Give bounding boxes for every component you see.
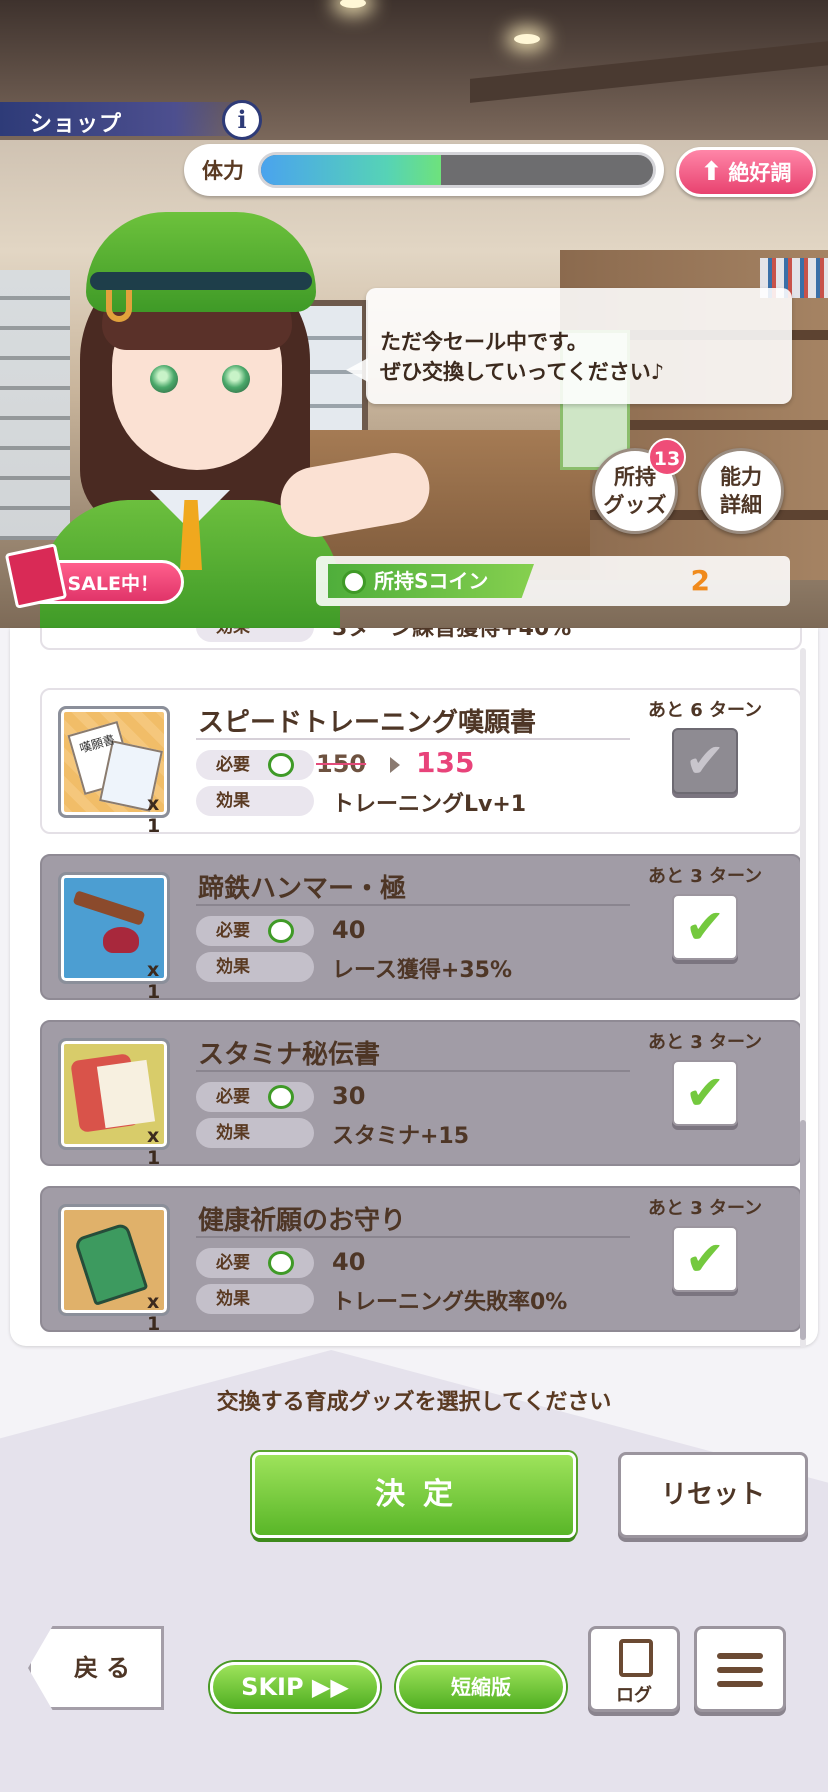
ceiling-light [514, 34, 540, 44]
document-icon [619, 1639, 653, 1677]
item-effect: レース獲得+35% [332, 958, 512, 983]
list-scrollbar[interactable] [800, 648, 806, 1348]
speech-line-2: ぜひ交換していってください♪ [380, 360, 665, 384]
item-quantity: x 1 [147, 1125, 161, 1169]
skip-button[interactable]: SKIP ▶▶ [210, 1662, 380, 1712]
list-item[interactable]: x 1 スタミナ秘伝書 必要 30 効果 スタミナ+15 あと 3 ターン ✔ [40, 1020, 802, 1169]
effect-label: 効果 [196, 1284, 314, 1314]
item-cost: 40 [332, 1248, 366, 1276]
required-label: 必要 [196, 1248, 314, 1278]
ability-details-label-2: 詳細 [720, 493, 762, 517]
coin-icon [268, 753, 294, 777]
turns-remaining: あと 3 ターン [648, 866, 763, 887]
divider [196, 904, 630, 906]
effect-label: 効果 [196, 1118, 314, 1148]
arrow-right-icon [390, 757, 400, 773]
back-button[interactable]: 戻る [28, 1626, 164, 1710]
charm-thumbnail: x 1 [58, 1204, 170, 1335]
turns-remaining: あと 6 ターン [648, 700, 763, 721]
list-item[interactable]: x 1 蹄鉄ハンマー・極 必要 40 効果 レース獲得+35% あと 3 ターン… [40, 854, 802, 1003]
page-title: ショップ [30, 112, 123, 137]
ability-details-label-1: 能力 [720, 465, 762, 489]
checkmark-icon: ✔ [684, 1231, 726, 1287]
checkmark-icon: ✔ [684, 899, 726, 955]
menu-button[interactable] [694, 1626, 786, 1712]
petition-thumbnail: 嘆願書 x 1 [58, 706, 170, 837]
item-quantity: x 1 [147, 793, 161, 837]
confirm-button[interactable]: 決定 [252, 1452, 576, 1538]
turns-remaining: あと 3 ターン [648, 1032, 763, 1053]
select-checkbox[interactable]: ✔ [672, 1226, 738, 1292]
speech-line-1: ただ今セール中です。 [380, 330, 588, 354]
stamina-fill [261, 155, 442, 185]
hammer-thumbnail: x 1 [58, 872, 170, 1003]
item-name: スピードトレーニング嘆願書 [198, 708, 537, 738]
mood-badge[interactable]: ⬆ 絶好調 [676, 147, 816, 197]
select-checkbox[interactable]: ✔ [672, 728, 738, 794]
original-cost: 150 [316, 750, 367, 778]
item-effect: 3ターン練習獲得+40% [332, 628, 572, 641]
required-label: 必要 [196, 1082, 314, 1112]
turns-remaining: あと 3 ターン [648, 1198, 763, 1219]
reset-button[interactable]: リセット [618, 1452, 808, 1538]
item-effect: トレーニング失敗率0% [332, 1290, 568, 1315]
coin-icon [268, 1251, 294, 1275]
stamina-book-thumbnail: x 1 [58, 1038, 170, 1169]
item-cost: 30 [332, 1082, 366, 1110]
required-label: 必要 [196, 750, 314, 780]
item-quantity: x 1 [147, 1291, 161, 1335]
speech-bubble: ただ今セール中です。 ぜひ交換していってください♪ [346, 288, 792, 404]
select-checkbox[interactable]: ✔ [672, 894, 738, 960]
mood-label: 絶好調 [728, 161, 792, 185]
select-checkbox[interactable]: ✔ [672, 1060, 738, 1126]
item-name: 健康祈願のお守り [198, 1206, 407, 1236]
selection-prompt: 交換する育成グッズを選択してください [216, 1390, 612, 1415]
list-item-partial[interactable]: 効果 3ターン練習獲得+40% [40, 628, 802, 650]
ability-details-button[interactable]: 能力 詳細 [698, 448, 784, 534]
list-item[interactable]: x 1 健康祈願のお守り 必要 40 効果 トレーニング失敗率0% あと 3 タ… [40, 1186, 802, 1335]
effect-label: 効果 [196, 786, 314, 816]
checkmark-icon: ✔ [684, 1065, 726, 1121]
log-label: ログ [616, 1685, 652, 1706]
item-name: スタミナ秘伝書 [198, 1040, 381, 1070]
coin-icon [268, 1085, 294, 1109]
required-label: 必要 [196, 916, 314, 946]
owned-goods-count-badge: 13 [648, 438, 686, 476]
scrollbar-thumb[interactable] [800, 1120, 806, 1340]
effect-label: 効果 [196, 952, 314, 982]
sale-flag-icon [4, 543, 68, 609]
stamina-label: 体力 [202, 159, 244, 183]
item-cost: 40 [332, 916, 366, 944]
effect-label: 効果 [196, 628, 314, 642]
coin-display: 所持Sコイン 2 [316, 556, 790, 606]
sale-cost: 135 [416, 746, 475, 779]
divider [196, 1070, 630, 1072]
coin-icon [268, 919, 294, 943]
divider [196, 1236, 630, 1238]
checkmark-icon: ✔ [684, 733, 726, 789]
short-version-button[interactable]: 短縮版 [396, 1662, 566, 1712]
item-effect: スタミナ+15 [332, 1124, 470, 1149]
coin-icon [342, 570, 366, 594]
sale-label: SALE中！ [67, 572, 159, 595]
list-item[interactable]: 嘆願書 x 1 スピードトレーニング嘆願書 必要 150 135 効果 トレーニ… [40, 688, 802, 837]
stamina-gauge: 体力 [184, 144, 664, 196]
stamina-bar [258, 152, 656, 188]
owned-goods-label-2: グッズ [603, 493, 667, 517]
arrow-up-icon: ⬆ [700, 157, 723, 187]
background-pattern [0, 1350, 828, 1792]
item-name: 蹄鉄ハンマー・極 [198, 874, 407, 904]
coin-value: 2 [690, 564, 710, 597]
item-quantity: x 1 [147, 959, 161, 1003]
goods-list[interactable]: 効果 3ターン練習獲得+40% 嘆願書 x 1 スピードトレーニング嘆願書 必要… [10, 628, 818, 1346]
item-effect: トレーニングLv+1 [332, 792, 527, 817]
divider [196, 738, 630, 740]
info-button[interactable]: i [222, 100, 262, 140]
log-button[interactable]: ログ [588, 1626, 680, 1712]
